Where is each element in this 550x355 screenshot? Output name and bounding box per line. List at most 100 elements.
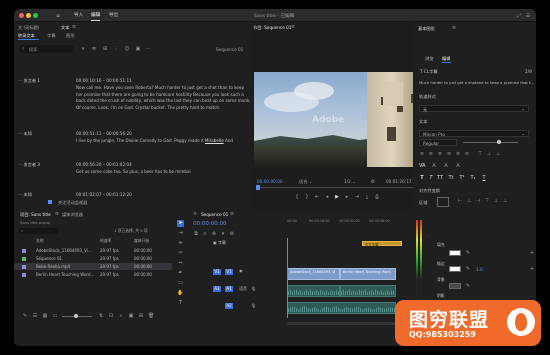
playhead-marker[interactable] <box>256 185 260 190</box>
close-window-button[interactable] <box>19 13 24 18</box>
a1-target[interactable]: A1 <box>213 286 221 292</box>
more-icon[interactable]: ⋯ <box>145 46 151 52</box>
col-name[interactable]: 名称 <box>36 238 44 244</box>
panel-menu-icon[interactable]: ≡ <box>229 211 235 217</box>
freeform-view-icon[interactable]: ▭ <box>52 313 58 319</box>
a2-target[interactable]: A2 <box>225 303 233 309</box>
baseline-icon[interactable]: A <box>455 163 461 169</box>
new-item-icon[interactable]: ⊞ <box>138 313 144 319</box>
video-clip[interactable]: AdobeStock_11664093_Vi <box>287 268 340 280</box>
insert-icon[interactable]: ⤓ <box>364 194 370 200</box>
caption-icon[interactable]: ▣ <box>135 46 141 52</box>
automate-icon[interactable]: ⊡ <box>108 313 114 319</box>
justify-icon[interactable]: ≡ <box>446 151 452 157</box>
audio-clip[interactable] <box>287 285 340 297</box>
horizontal-scrollbar[interactable] <box>287 322 397 325</box>
program-scrubber[interactable] <box>256 187 429 188</box>
minimize-window-button[interactable] <box>26 13 31 18</box>
audio-clip[interactable] <box>340 285 396 297</box>
caption-clip[interactable]: 中文字幕 <box>362 241 402 247</box>
text-top-icon[interactable]: ⊤ <box>477 151 483 157</box>
italic-icon[interactable]: T <box>428 175 434 181</box>
merge-icon[interactable]: ⊞ <box>102 46 108 52</box>
selection-tool-icon[interactable]: ➤ <box>177 220 184 227</box>
align-v-center-icon[interactable]: ⊥ <box>493 198 499 204</box>
a1-source[interactable]: A1 <box>225 286 233 292</box>
timeline-tab[interactable]: Sequence 01 <box>201 212 228 217</box>
segment-text[interactable]: Get us some coke too. So plus, a beer ha… <box>76 169 251 176</box>
ratio-dropdown[interactable]: 1/2 ⌄ <box>344 179 356 184</box>
program-tab[interactable]: 节目: Sequence 01 <box>253 25 291 31</box>
segment-text[interactable]: I live by the jungle, The Divine Comedy … <box>76 138 251 145</box>
segment-text[interactable]: Now call me. Have you seen Roberta? Much… <box>76 85 251 111</box>
media-browser-tab[interactable]: 媒体浏览器 <box>62 212 83 218</box>
font-size-slider[interactable] <box>463 142 518 143</box>
align-right-icon[interactable]: ≡ <box>437 151 443 157</box>
hand-icon[interactable]: ✋ <box>177 290 184 297</box>
ripple-edit-icon[interactable]: ⇹ <box>177 240 184 247</box>
menu-edit[interactable]: 编辑 <box>91 12 101 21</box>
eyedropper-icon[interactable]: ✎ <box>465 283 471 289</box>
transcript-segment[interactable]: ⋯ 发言者 3 00:00:56:20 – 00:01:02:04 Get us… <box>18 162 251 184</box>
project-row[interactable]: Berlin Heart Touching Word… 29.97 fps 00… <box>14 271 172 278</box>
col-start[interactable]: 媒体开始 <box>134 238 149 244</box>
leading-icon[interactable]: A <box>431 163 437 169</box>
subtab-graphics[interactable]: 图形 <box>66 33 74 39</box>
delete-icon[interactable]: 🗑 <box>148 313 154 319</box>
project-row[interactable]: Séquence 01 29.97 fps 00:00:00 <box>14 255 172 262</box>
align-v-bottom-icon[interactable]: ⊥ <box>502 198 508 204</box>
step-back-icon[interactable]: ◂ <box>324 194 330 200</box>
text-panel-tab-untitled[interactable]: 文 (无标题) <box>18 25 39 31</box>
font-select[interactable]: Minion Pro ⌄ <box>419 130 529 137</box>
snap-icon[interactable]: ∩ <box>202 231 208 237</box>
home-icon[interactable]: ⌂ <box>55 13 61 19</box>
linked-selection-icon[interactable]: ⊗ <box>211 231 217 237</box>
razor-icon[interactable]: ✂ <box>177 250 184 257</box>
follow-monitor-checkbox[interactable] <box>48 200 52 204</box>
align-h-left-icon[interactable]: ⊢ <box>457 198 463 204</box>
fill-color-swatch[interactable] <box>449 250 461 256</box>
subtab-captions[interactable]: 字幕 <box>47 33 55 39</box>
close-tab-icon[interactable]: × <box>192 211 198 217</box>
type-icon[interactable]: T <box>177 300 184 307</box>
video-clip[interactable]: Berlin Heart Touching Word <box>340 268 396 280</box>
export-frame-icon[interactable]: ⎙ <box>374 194 380 200</box>
add-stroke-icon[interactable]: + <box>529 266 535 272</box>
font-weight-select[interactable]: Regular <box>419 139 457 146</box>
tab-browse[interactable]: 浏览 <box>425 56 433 62</box>
search-input[interactable]: ⌕ 搜索 <box>19 45 74 53</box>
add-fill-icon[interactable]: + <box>529 250 535 256</box>
caps-icon[interactable]: TT <box>437 175 443 181</box>
subscript-icon[interactable]: T₁ <box>470 175 476 181</box>
bold-icon[interactable]: T <box>419 175 425 181</box>
microphone-icon[interactable]: 🎙 <box>251 286 256 291</box>
v1-target[interactable]: V1 <box>213 269 221 275</box>
eyedropper-icon[interactable]: ✎ <box>465 250 471 256</box>
align-center-icon[interactable]: ≡ <box>428 151 434 157</box>
panel-menu-icon[interactable]: ≡ <box>71 24 77 30</box>
layer-name[interactable]: T CL字幕 <box>420 69 438 75</box>
go-out-icon[interactable]: ⇥ <box>354 194 360 200</box>
timeline-ruler[interactable]: 00:00 00:00:16:00 00:00:32:00 00:00:48:0… <box>287 219 407 225</box>
panel-menu-icon[interactable]: ≡ <box>54 211 60 217</box>
mark-in-icon[interactable]: { <box>294 194 300 200</box>
marker-icon[interactable]: ▾ <box>220 231 226 237</box>
sort-icon[interactable]: ⇅ <box>98 313 104 319</box>
wrench-icon[interactable]: ⚙ <box>370 179 376 185</box>
menu-import[interactable]: 导入 <box>74 12 83 18</box>
panel-menu-icon[interactable]: ≡ <box>451 25 457 31</box>
align-v-top-icon[interactable]: ⊤ <box>484 198 490 204</box>
timeline-playhead[interactable] <box>287 238 288 318</box>
maximize-window-button[interactable] <box>33 13 38 18</box>
col-fps[interactable]: 帧速率 <box>100 238 111 244</box>
font-size-slider-handle[interactable] <box>497 140 501 144</box>
settings-icon[interactable]: ⚙ <box>229 231 235 237</box>
eyedropper-icon[interactable]: ✎ <box>465 266 471 272</box>
transcript-segment[interactable]: ⋯ 发言者 1 00:00:10:16 – 00:00:51:11 Now ca… <box>18 78 251 133</box>
eye-icon[interactable]: ◉ <box>239 268 243 273</box>
underline-icon[interactable]: T <box>481 175 487 181</box>
v1-source[interactable]: V1 <box>225 269 233 275</box>
kerning-icon[interactable]: A <box>443 163 449 169</box>
project-row[interactable]: AdobeStock_11664093_Vi… 29.97 fps 00:00:… <box>14 247 172 254</box>
microphone-icon[interactable]: 🎙 <box>251 303 256 308</box>
